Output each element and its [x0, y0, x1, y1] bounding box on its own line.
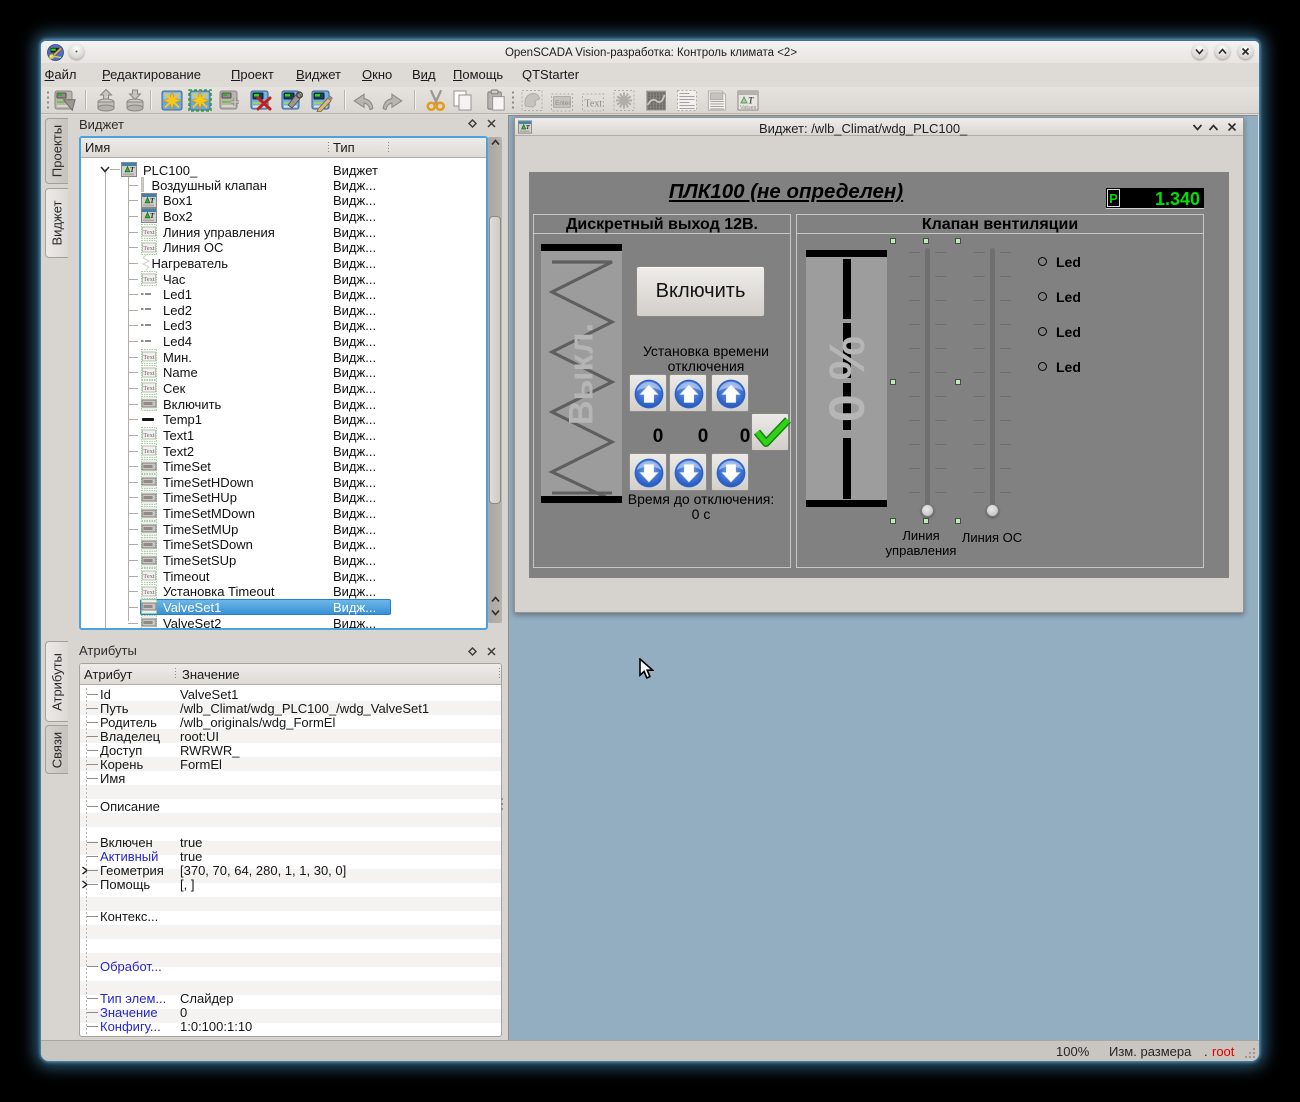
svg-text:Text: Text	[143, 573, 155, 580]
svg-text:T: T	[130, 166, 135, 174]
svg-text:T: T	[526, 125, 530, 131]
svg-text:Text: Text	[143, 589, 155, 596]
svg-text:Text: Text	[585, 99, 603, 110]
svg-text:T: T	[150, 197, 155, 205]
svg-text:Text: Text	[143, 276, 155, 283]
svg-text:T: T	[150, 212, 155, 220]
svg-text:Text: Text	[143, 370, 155, 377]
svg-text:Enter: Enter	[555, 100, 571, 107]
svg-text:T: T	[748, 96, 754, 106]
svg-text:Text: Text	[143, 354, 155, 361]
svg-text:Text: Text	[143, 448, 155, 455]
svg-text:Text: Text	[143, 432, 155, 439]
svg-text:Text: Text	[143, 385, 155, 392]
svg-text:Text: Text	[143, 245, 155, 252]
svg-text:Values: Values	[740, 105, 757, 111]
svg-text:Text: Text	[143, 229, 155, 236]
